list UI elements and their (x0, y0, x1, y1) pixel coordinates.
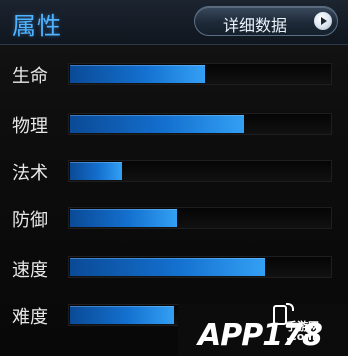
stat-label-difficulty: 难度 (12, 307, 48, 328)
stat-label-physical: 物理 (12, 116, 48, 137)
panel-header: 属性 详细数据 (0, 0, 348, 45)
stat-bar-defense (68, 207, 332, 229)
stat-bar-fill-physical (70, 115, 244, 133)
stat-bar-hp (68, 63, 332, 85)
attribute-panel: 属性 详细数据 生命 物理 法术 防御 速度 难度 APP178 手游网 .co… (0, 0, 348, 356)
stat-bar-fill-magic (70, 162, 122, 180)
stat-label-speed: 速度 (12, 260, 48, 281)
watermark-domain: .com (286, 330, 316, 343)
panel-title: 属性 (12, 12, 62, 40)
stat-label-hp: 生命 (12, 66, 48, 87)
details-button-label: 详细数据 (223, 16, 288, 35)
stat-bar-speed (68, 256, 332, 278)
details-button[interactable]: 详细数据 (194, 6, 338, 36)
stat-label-defense: 防御 (12, 210, 48, 231)
stat-bar-magic (68, 160, 332, 182)
watermark: APP178 手游网 .com (178, 303, 348, 356)
stat-bar-fill-speed (70, 258, 265, 276)
stat-label-magic: 法术 (12, 163, 48, 184)
stat-bar-fill-difficulty (70, 306, 174, 324)
stat-bar-fill-hp (70, 65, 205, 83)
stat-bar-fill-defense (70, 209, 177, 227)
play-arrow-icon (314, 12, 332, 30)
stat-bar-physical (68, 113, 332, 135)
